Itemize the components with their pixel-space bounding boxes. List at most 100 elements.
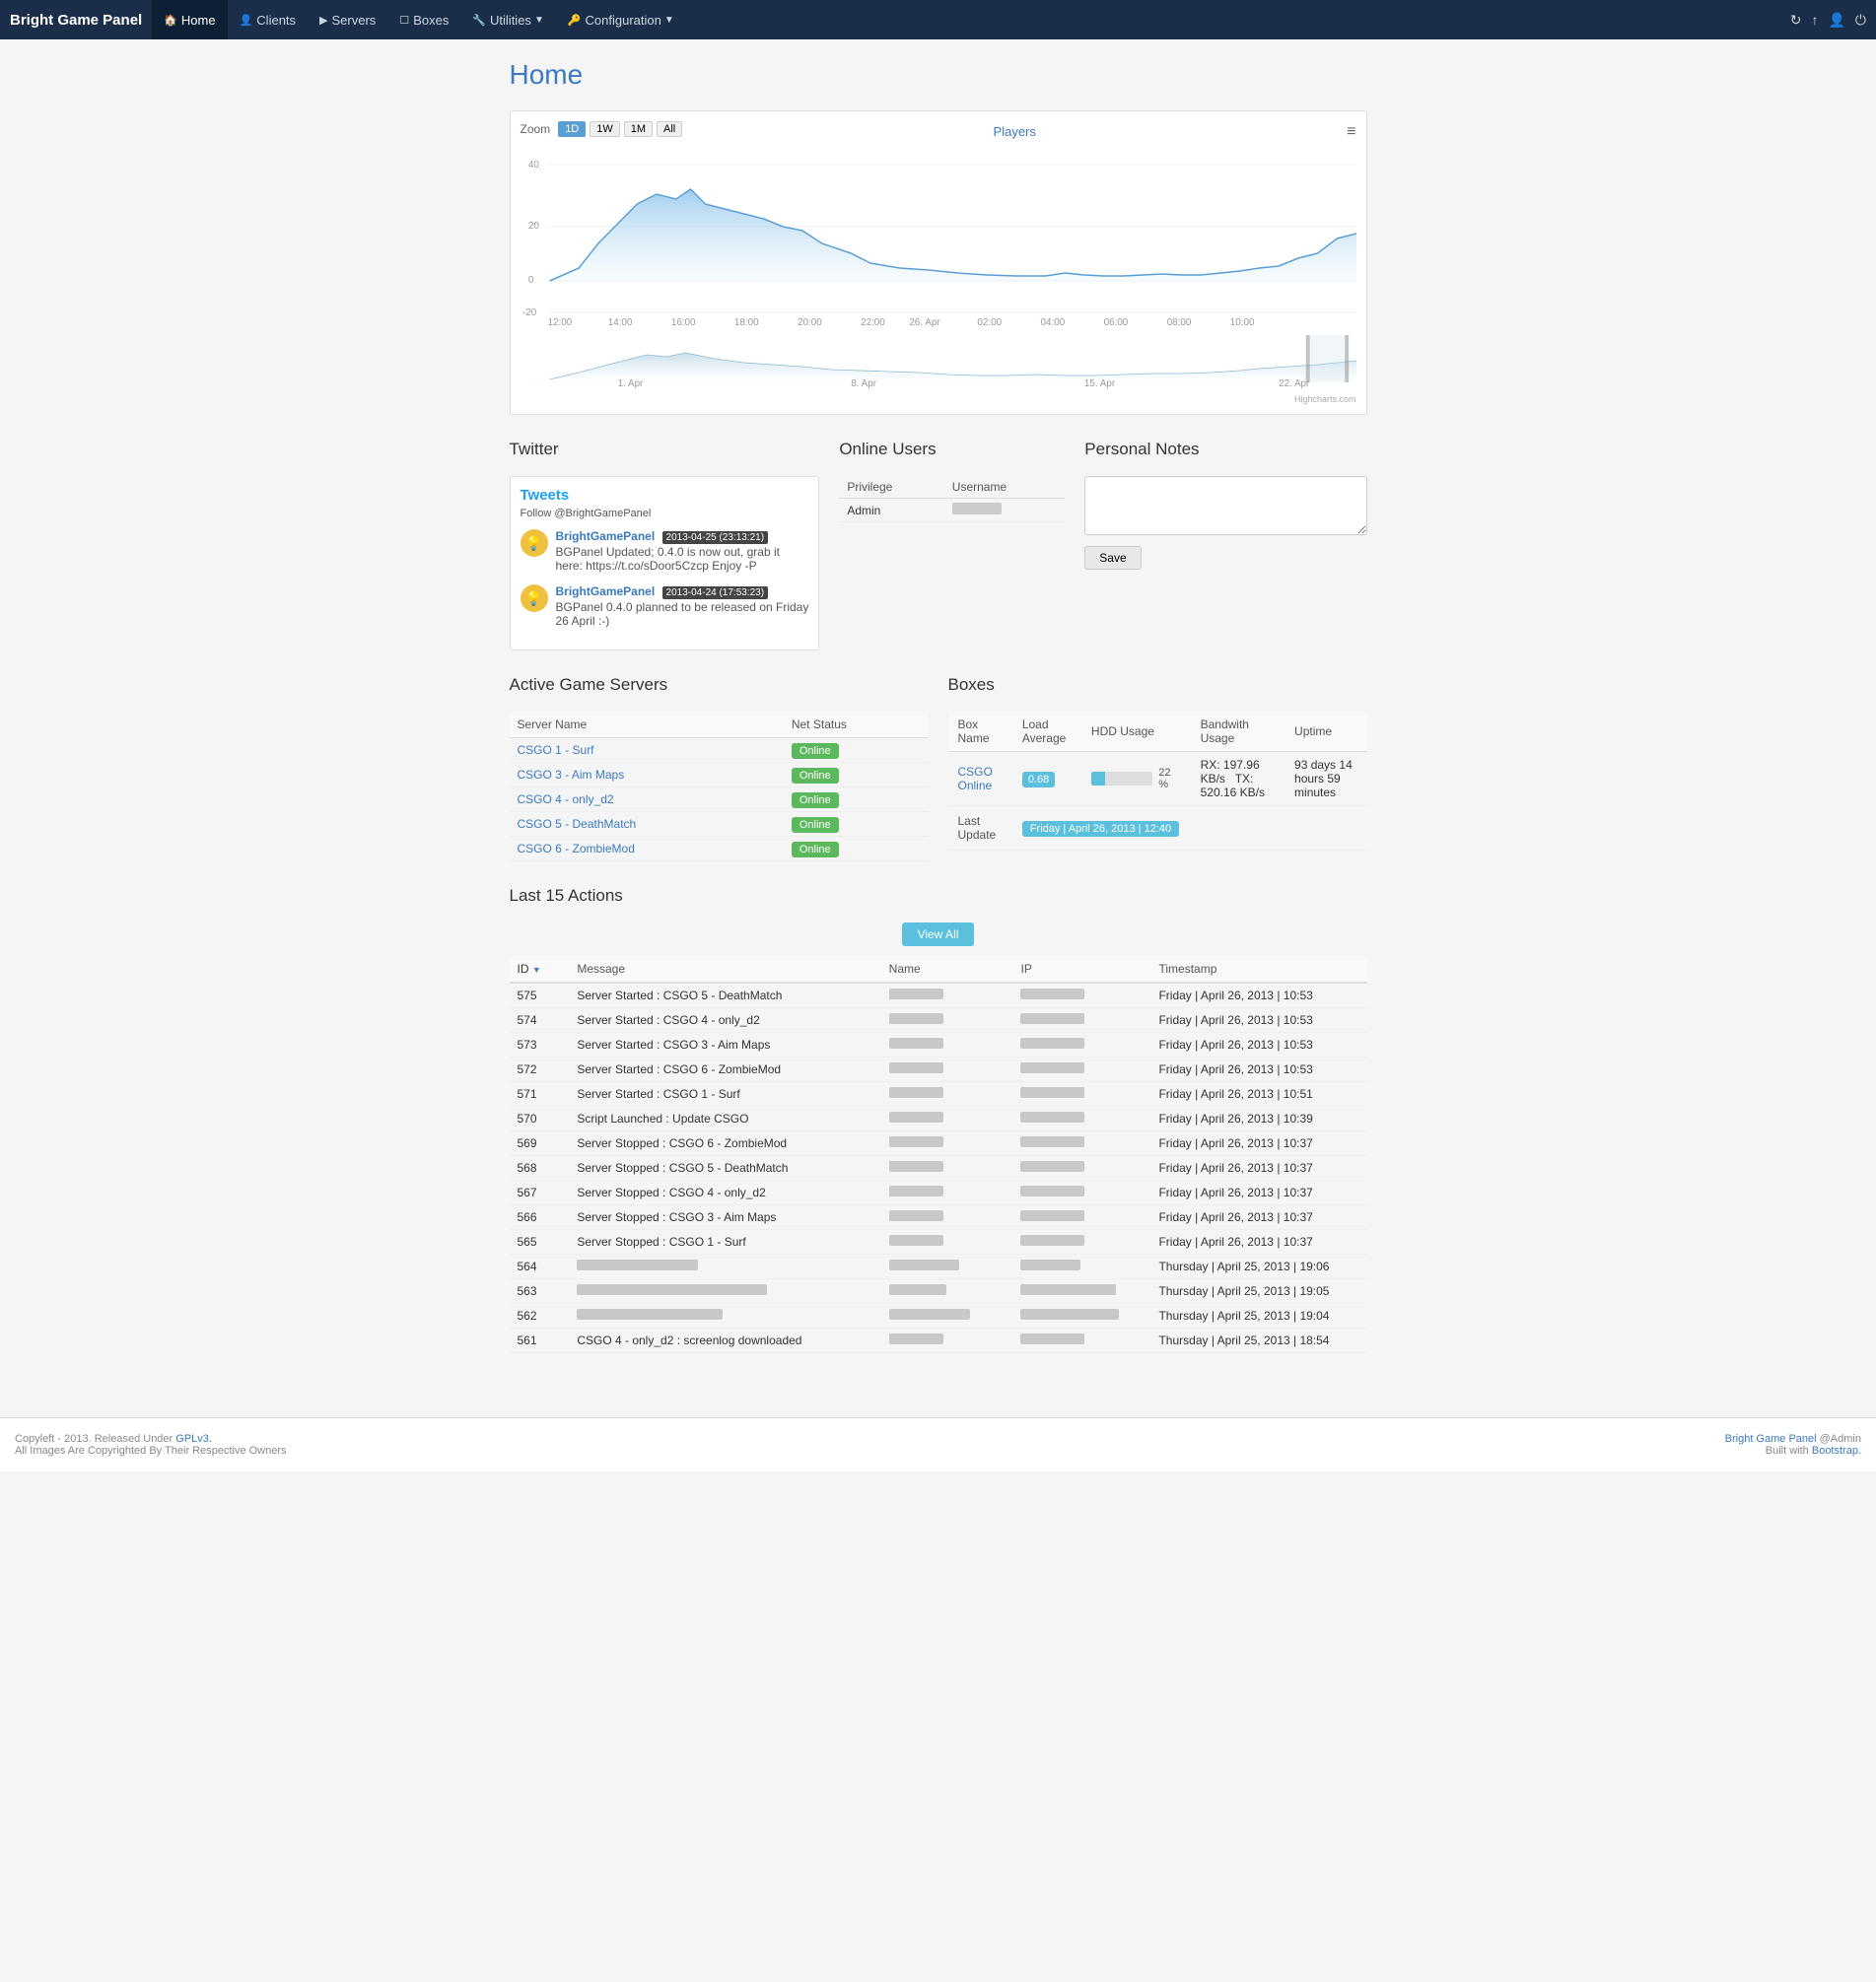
chart-header: Zoom 1D 1W 1M All Players ≡ — [521, 121, 1356, 142]
nav-boxes[interactable]: ☐ Boxes — [387, 0, 460, 39]
action-row: 568 Server Stopped : CSGO 5 - DeathMatch… — [510, 1156, 1367, 1181]
svg-text:18:00: 18:00 — [733, 317, 758, 327]
nav-servers[interactable]: ▶ Servers — [308, 0, 387, 39]
svg-text:0: 0 — [527, 275, 533, 286]
upload-icon[interactable]: ↑ — [1811, 12, 1818, 28]
action-row: 567 Server Stopped : CSGO 4 - only_d2 Fr… — [510, 1181, 1367, 1205]
boxes-title: Boxes — [948, 675, 1367, 700]
online-users-table: Privilege Username Admin — [839, 476, 1065, 522]
action-name — [881, 1058, 1013, 1082]
action-id: 561 — [510, 1329, 570, 1353]
action-row: 572 Server Started : CSGO 6 - ZombieMod … — [510, 1058, 1367, 1082]
action-row: 566 Server Stopped : CSGO 3 - Aim Maps F… — [510, 1205, 1367, 1230]
notes-textarea[interactable] — [1084, 476, 1366, 535]
action-ip — [1012, 1107, 1150, 1131]
power-icon[interactable]: ⏻ — [1855, 12, 1866, 29]
refresh-icon[interactable]: ↻ — [1790, 12, 1802, 29]
svg-text:04:00: 04:00 — [1040, 317, 1065, 327]
twitter-follow[interactable]: Follow @BrightGamePanel — [521, 508, 809, 519]
action-timestamp: Friday | April 26, 2013 | 10:51 — [1150, 1082, 1366, 1107]
nav-clients[interactable]: 👤 Clients — [228, 0, 308, 39]
svg-text:1. Apr: 1. Apr — [617, 378, 643, 389]
box-load: 0.68 — [1012, 752, 1081, 806]
col-privilege: Privilege — [839, 476, 943, 499]
server-name-link[interactable]: CSGO 1 - Surf — [518, 743, 594, 757]
svg-text:02:00: 02:00 — [977, 317, 1002, 327]
status-badge: Online — [792, 743, 839, 759]
blurred-ip — [1020, 1309, 1118, 1320]
svg-text:26. Apr: 26. Apr — [909, 317, 940, 327]
bootstrap-link[interactable]: Bootstrap. — [1812, 1445, 1861, 1457]
config-caret: ▼ — [664, 15, 674, 26]
blurred-name — [889, 1309, 971, 1320]
nav-utilities-label: Utilities — [490, 13, 531, 28]
action-timestamp: Thursday | April 25, 2013 | 18:54 — [1150, 1329, 1366, 1353]
col-timestamp[interactable]: Timestamp — [1150, 956, 1366, 983]
tweet-user-0[interactable]: BrightGamePanel — [556, 529, 656, 543]
hdd-bar-bg — [1091, 772, 1152, 786]
footer-right-line1: Bright Game Panel @Admin — [1725, 1433, 1861, 1445]
gpl-link[interactable]: GPLv3. — [175, 1433, 212, 1445]
highcharts-credit: Highcharts.com — [521, 394, 1356, 404]
server-name-link[interactable]: CSGO 4 - only_d2 — [518, 792, 614, 806]
server-row: CSGO 4 - only_d2 Online — [510, 787, 929, 812]
server-name-link[interactable]: CSGO 3 - Aim Maps — [518, 768, 625, 782]
action-id: 563 — [510, 1279, 570, 1304]
action-timestamp: Friday | April 26, 2013 | 10:37 — [1150, 1131, 1366, 1156]
server-status-cell: Online — [784, 763, 929, 787]
col-id[interactable]: ID ▼ — [510, 956, 570, 983]
nav-home[interactable]: 🏠 Home — [152, 0, 227, 39]
nav-configuration[interactable]: 🔑 Configuration ▼ — [556, 0, 686, 39]
boxes-icon: ☐ — [399, 14, 409, 27]
zoom-1m[interactable]: 1M — [624, 121, 653, 137]
server-name-link[interactable]: CSGO 5 - DeathMatch — [518, 817, 637, 831]
chart-menu-icon[interactable]: ≡ — [1347, 123, 1355, 141]
blurred-name — [889, 1210, 943, 1221]
col-name[interactable]: Name — [881, 956, 1013, 983]
tweet-user-1[interactable]: BrightGamePanel — [556, 584, 656, 598]
action-message — [569, 1279, 880, 1304]
action-row: 564 Thursday | April 25, 2013 | 19:06 — [510, 1255, 1367, 1279]
footer-right-line2: Built with Bootstrap. — [1725, 1445, 1861, 1457]
action-name — [881, 1008, 1013, 1033]
blurred-ip — [1020, 1260, 1079, 1270]
footer-brand-link[interactable]: Bright Game Panel — [1725, 1433, 1817, 1445]
action-ip — [1012, 1156, 1150, 1181]
action-timestamp: Friday | April 26, 2013 | 10:37 — [1150, 1181, 1366, 1205]
hdd-bar-fill — [1091, 772, 1105, 786]
blurred-name — [889, 1062, 943, 1073]
zoom-1d[interactable]: 1D — [558, 121, 586, 137]
tweet-1: 💡 BrightGamePanel 2013-04-24 (17:53:23) … — [521, 584, 809, 628]
zoom-1w[interactable]: 1W — [590, 121, 620, 137]
action-timestamp: Friday | April 26, 2013 | 10:53 — [1150, 1008, 1366, 1033]
user-icon[interactable]: 👤 — [1828, 12, 1844, 29]
boxes-col-hdd: HDD Usage — [1081, 712, 1191, 752]
svg-text:12:00: 12:00 — [547, 317, 572, 327]
blurred-name — [889, 1260, 959, 1270]
action-timestamp: Friday | April 26, 2013 | 10:39 — [1150, 1107, 1366, 1131]
personal-notes-column: Personal Notes Save — [1084, 440, 1366, 650]
action-timestamp: Friday | April 26, 2013 | 10:53 — [1150, 1033, 1366, 1058]
actions-title: Last 15 Actions — [510, 886, 1367, 911]
save-button[interactable]: Save — [1084, 546, 1141, 570]
blurred-ip — [1020, 1013, 1084, 1024]
action-row: 565 Server Stopped : CSGO 1 - Surf Frida… — [510, 1230, 1367, 1255]
svg-text:14:00: 14:00 — [607, 317, 632, 327]
nav-utilities[interactable]: 🔧 Utilities ▼ — [460, 0, 556, 39]
footer: Copyleft - 2013. Released Under GPLv3. A… — [0, 1417, 1876, 1471]
zoom-all[interactable]: All — [657, 121, 682, 137]
col-ip[interactable]: IP — [1012, 956, 1150, 983]
blurred-ip — [1020, 1333, 1084, 1344]
col-message[interactable]: Message — [569, 956, 880, 983]
footer-right: Bright Game Panel @Admin Built with Boot… — [1725, 1433, 1861, 1457]
footer-copy: Copyleft - 2013. Released Under — [15, 1433, 175, 1445]
action-row: 569 Server Stopped : CSGO 6 - ZombieMod … — [510, 1131, 1367, 1156]
action-name — [881, 1033, 1013, 1058]
server-name-link[interactable]: CSGO 6 - ZombieMod — [518, 842, 635, 855]
footer-built-with: Built with — [1766, 1445, 1812, 1457]
action-message: CSGO 4 - only_d2 : screenlog downloaded — [569, 1329, 880, 1353]
box-name-link[interactable]: CSGO Online — [958, 765, 993, 792]
chart-title: Players — [682, 124, 1347, 139]
action-id: 562 — [510, 1304, 570, 1329]
view-all-button[interactable]: View All — [902, 923, 975, 946]
